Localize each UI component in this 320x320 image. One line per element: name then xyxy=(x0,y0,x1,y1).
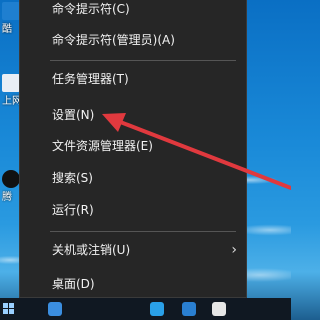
annotation-arrow-shaft xyxy=(108,116,291,190)
annotation-arrow-overlay xyxy=(102,113,291,190)
